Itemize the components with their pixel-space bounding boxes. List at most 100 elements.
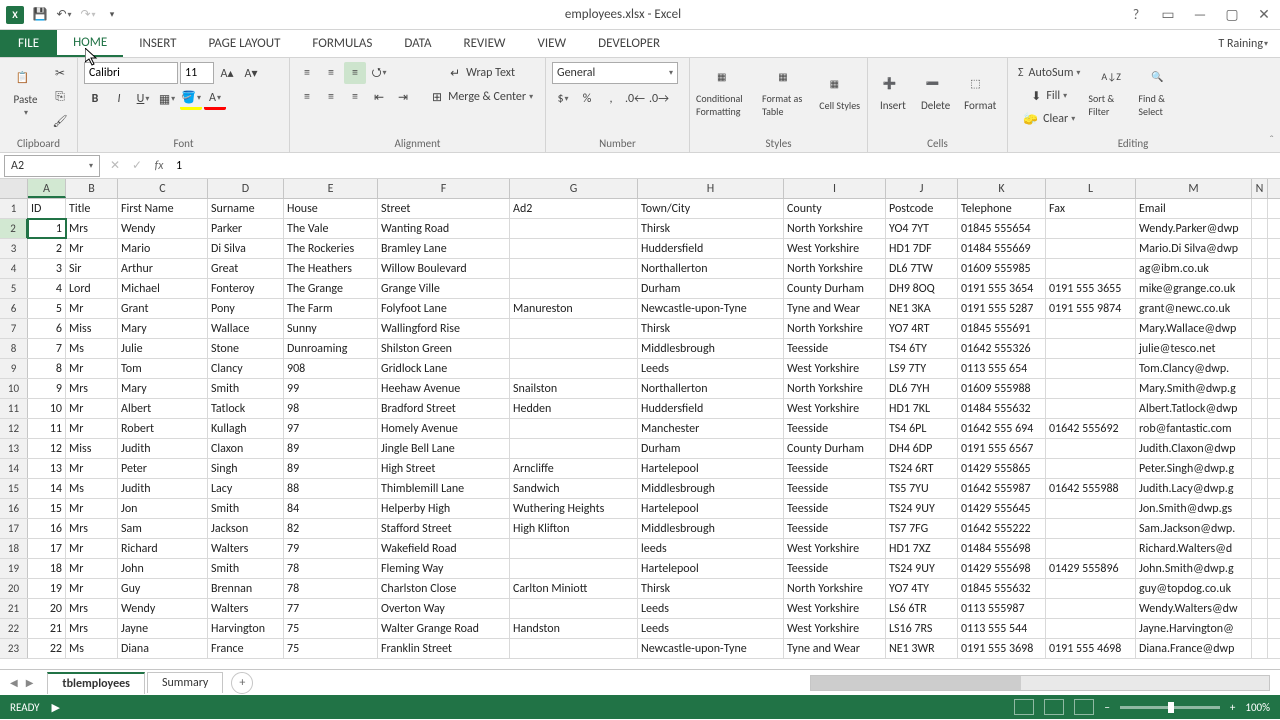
collapse-ribbon-icon[interactable]: ˆ [1269, 134, 1274, 148]
cell[interactable]: LS6 6TR [886, 599, 958, 618]
cell[interactable] [510, 359, 638, 378]
cell[interactable]: DL6 7TW [886, 259, 958, 278]
format-as-table-button[interactable]: ▦Format as Table [762, 62, 814, 126]
cell[interactable]: North Yorkshire [784, 379, 886, 398]
cell[interactable]: Wanting Road [378, 219, 510, 238]
cell[interactable]: Manchester [638, 419, 784, 438]
cell[interactable]: Smith [208, 499, 284, 518]
cell[interactable]: 99 [284, 379, 378, 398]
cell[interactable]: grant@newc.co.uk [1136, 299, 1252, 318]
cell[interactable]: leeds [638, 539, 784, 558]
close-icon[interactable]: ✕ [1254, 5, 1274, 25]
cell[interactable]: Huddersfield [638, 399, 784, 418]
cell[interactable]: DH4 6DP [886, 439, 958, 458]
cell[interactable]: Mrs [66, 519, 118, 538]
cell[interactable] [1252, 639, 1268, 658]
cell[interactable]: Ms [66, 479, 118, 498]
cell[interactable]: NE1 3KA [886, 299, 958, 318]
cell[interactable]: 78 [284, 559, 378, 578]
fill-color-icon[interactable]: 🪣▾ [180, 88, 202, 110]
cell[interactable]: North Yorkshire [784, 319, 886, 338]
page-break-view-icon[interactable] [1074, 699, 1094, 715]
save-icon[interactable]: 💾 [32, 7, 48, 23]
cell[interactable]: Hartelepool [638, 559, 784, 578]
cell[interactable] [1252, 399, 1268, 418]
cell[interactable]: Mr [66, 459, 118, 478]
cell[interactable]: 17 [28, 539, 66, 558]
cell[interactable]: Teesside [784, 479, 886, 498]
format-painter-icon[interactable]: 🖌 [49, 110, 71, 132]
cell[interactable]: Title [66, 199, 118, 218]
cell[interactable]: John.Smith@dwp.g [1136, 559, 1252, 578]
bold-button[interactable]: B [84, 88, 106, 110]
column-header[interactable]: B [66, 179, 118, 198]
row-header[interactable]: 9 [0, 359, 28, 378]
cell[interactable]: HD1 7XZ [886, 539, 958, 558]
increase-decimal-icon[interactable]: .0← [624, 88, 646, 110]
cell[interactable]: Hartelepool [638, 499, 784, 518]
row-header[interactable]: 12 [0, 419, 28, 438]
cell[interactable]: ag@ibm.co.uk [1136, 259, 1252, 278]
row-header[interactable]: 23 [0, 639, 28, 658]
cell[interactable]: Teesside [784, 499, 886, 518]
cell[interactable]: 2 [28, 239, 66, 258]
cell[interactable]: 01845 555691 [958, 319, 1046, 338]
cell[interactable]: 4 [28, 279, 66, 298]
column-header[interactable]: I [784, 179, 886, 198]
cell[interactable]: Mr [66, 579, 118, 598]
row-header[interactable]: 17 [0, 519, 28, 538]
cell[interactable]: 14 [28, 479, 66, 498]
cell[interactable]: 84 [284, 499, 378, 518]
cell[interactable]: Sandwich [510, 479, 638, 498]
cell[interactable]: Walters [208, 539, 284, 558]
autosum-button[interactable]: Σ AutoSum ▾ [1014, 62, 1084, 84]
column-header[interactable]: N [1252, 179, 1268, 198]
cell[interactable]: Bradford Street [378, 399, 510, 418]
sheet-tab-summary[interactable]: Summary [147, 672, 223, 693]
row-header[interactable]: 10 [0, 379, 28, 398]
cell[interactable]: Arncliffe [510, 459, 638, 478]
cell[interactable]: Mr [66, 239, 118, 258]
cell[interactable]: 0191 555 3655 [1046, 279, 1136, 298]
cell[interactable]: First Name [118, 199, 208, 218]
cell[interactable]: John [118, 559, 208, 578]
cell[interactable]: County Durham [784, 439, 886, 458]
cell[interactable] [1252, 619, 1268, 638]
sheet-tab-active[interactable]: tblemployees [47, 672, 145, 694]
cell[interactable]: Wendy [118, 599, 208, 618]
cell[interactable]: Surname [208, 199, 284, 218]
cell[interactable]: Stafford Street [378, 519, 510, 538]
font-color-icon[interactable]: A▾ [204, 88, 226, 110]
cell[interactable]: Smith [208, 559, 284, 578]
cell[interactable]: Grange Ville [378, 279, 510, 298]
cell[interactable] [1046, 539, 1136, 558]
cell[interactable] [1046, 439, 1136, 458]
column-header[interactable]: E [284, 179, 378, 198]
row-header[interactable]: 4 [0, 259, 28, 278]
user-account[interactable]: T Raining ▾ [1206, 30, 1280, 57]
row-header[interactable]: 14 [0, 459, 28, 478]
cell[interactable]: 01484 555632 [958, 399, 1046, 418]
cell[interactable] [1046, 459, 1136, 478]
cell[interactable] [1252, 539, 1268, 558]
number-format-select[interactable]: General▾ [552, 62, 678, 84]
cell[interactable]: Teesside [784, 459, 886, 478]
cell[interactable]: 89 [284, 439, 378, 458]
cell[interactable]: DH9 8OQ [886, 279, 958, 298]
minimize-icon[interactable]: — [1190, 5, 1210, 25]
cell[interactable]: 0113 555987 [958, 599, 1046, 618]
cell[interactable]: North Yorkshire [784, 259, 886, 278]
cell[interactable]: Dunroaming [284, 339, 378, 358]
cell[interactable]: Franklin Street [378, 639, 510, 658]
cell[interactable]: 01845 555632 [958, 579, 1046, 598]
cell[interactable]: 0113 555 654 [958, 359, 1046, 378]
cell[interactable]: Fonteroy [208, 279, 284, 298]
cell[interactable]: Thirsk [638, 579, 784, 598]
cell[interactable]: Harvington [208, 619, 284, 638]
cell[interactable]: Heehaw Avenue [378, 379, 510, 398]
cell[interactable]: Wendy [118, 219, 208, 238]
cell[interactable]: 3 [28, 259, 66, 278]
column-header[interactable]: L [1046, 179, 1136, 198]
cell[interactable]: 75 [284, 619, 378, 638]
decrease-decimal-icon[interactable]: .0→ [648, 88, 670, 110]
